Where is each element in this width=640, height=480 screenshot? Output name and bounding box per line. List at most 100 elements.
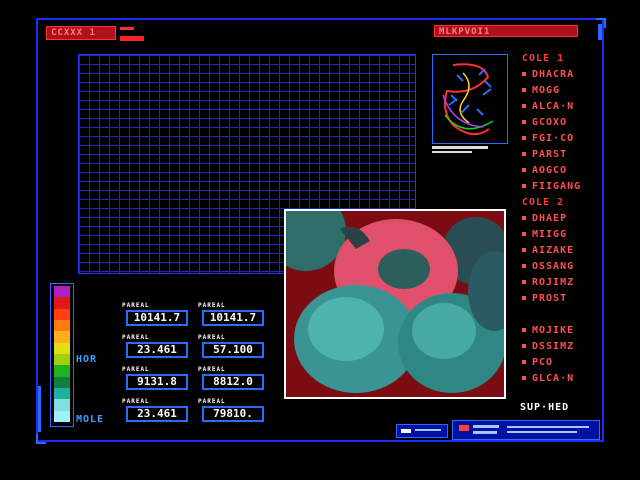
header-right-label: MLKPVOI1: [439, 27, 491, 37]
menu-item-label: FIIGANG: [532, 181, 582, 192]
bullet-icon: [522, 104, 526, 108]
menu-item[interactable]: MOGG: [522, 85, 560, 96]
menu-item-label: PCO: [532, 357, 554, 368]
bullet-icon: [522, 280, 526, 284]
bullet-icon: [522, 248, 526, 252]
menu-item[interactable]: DSSIMZ: [522, 341, 574, 352]
menu-item[interactable]: DHAEP: [522, 213, 567, 224]
menu-item-label: MOGG: [532, 85, 561, 96]
header-indicator: [120, 27, 134, 30]
thumbnail-caption: [432, 146, 488, 149]
colorbar-swatch: [54, 365, 70, 377]
value-field[interactable]: 10141.7: [126, 310, 188, 326]
colorbar: [54, 286, 70, 422]
menu-section-title: COLE 2: [522, 197, 565, 208]
menu-item-label: DHAEP: [532, 213, 568, 224]
menu-item[interactable]: MIIGG: [522, 229, 567, 240]
bullet-icon: [522, 72, 526, 76]
menu-item[interactable]: MOJIKE: [522, 325, 574, 336]
thumbnail-drawing: [442, 63, 494, 136]
menu-item[interactable]: PCO: [522, 357, 553, 368]
menu-item-label: MOJIKE: [532, 325, 575, 336]
menu-item-label: FGI·CO: [532, 133, 575, 144]
menu-item[interactable]: AOGCO: [522, 165, 567, 176]
bullet-icon: [522, 344, 526, 348]
bottom-panel-right[interactable]: [452, 420, 600, 440]
colorbar-swatch: [54, 353, 70, 366]
value-field[interactable]: 23.461: [126, 406, 188, 422]
menu-section-title: COLE 1: [522, 53, 565, 64]
menu-item-label: ROJIMZ: [532, 277, 575, 288]
bullet-icon: [522, 88, 526, 92]
value-label: PAREAL: [198, 398, 226, 405]
bullet-icon: [522, 152, 526, 156]
thumbnail-preview[interactable]: [432, 54, 508, 144]
bullet-icon: [522, 168, 526, 172]
bullet-icon: [522, 136, 526, 140]
frame-accent: [598, 24, 602, 40]
menu-item-label: OSSANG: [532, 261, 575, 272]
colorbar-swatch: [54, 286, 70, 298]
value-field[interactable]: 79810.: [202, 406, 264, 422]
bullet-icon: [522, 376, 526, 380]
thumbnail-caption: [432, 151, 472, 153]
bullet-icon: [522, 216, 526, 220]
colorbar-swatch: [54, 308, 70, 320]
value-label: PAREAL: [198, 366, 226, 373]
colorbar-swatch: [54, 410, 70, 422]
bullet-icon: [522, 360, 526, 364]
menu-item[interactable]: AIZAKE: [522, 245, 574, 256]
colorbar-swatch: [54, 387, 70, 400]
colorbar-swatch: [54, 399, 70, 411]
value-label: PAREAL: [122, 334, 150, 341]
menu-item[interactable]: PARST: [522, 149, 567, 160]
menu-item-label: GLCA·N: [532, 373, 575, 384]
menu-item-label: AOGCO: [532, 165, 568, 176]
value-label: PAREAL: [198, 334, 226, 341]
value-label: PAREAL: [122, 398, 150, 405]
value-field[interactable]: 10141.7: [202, 310, 264, 326]
axis-lower-label: MOLE: [76, 414, 105, 425]
header-indicator: [120, 36, 144, 41]
header-right-badge: MLKPVOI1: [434, 25, 578, 37]
menu-item[interactable]: GLCA·N: [522, 373, 574, 384]
bullet-icon: [522, 296, 526, 300]
menu-item[interactable]: ALCA·N: [522, 101, 574, 112]
menu-item[interactable]: PROST: [522, 293, 567, 304]
menu-item-label: AIZAKE: [532, 245, 575, 256]
menu-item-label: DHACRA: [532, 69, 575, 80]
menu-item[interactable]: OSSANG: [522, 261, 574, 272]
frame-corner: [36, 434, 46, 444]
value-field[interactable]: 9131.8: [126, 374, 188, 390]
menu-item-label: MIIGG: [532, 229, 568, 240]
bottom-panel-left[interactable]: [396, 424, 448, 438]
fruit-image: [286, 211, 504, 397]
menu-item[interactable]: DHACRA: [522, 69, 574, 80]
menu-item[interactable]: FIIGANG: [522, 181, 581, 192]
axis-upper-label: HOR: [76, 354, 98, 365]
menu-item-label: GCOXO: [532, 117, 568, 128]
frame-accent: [38, 386, 41, 432]
bullet-icon: [522, 328, 526, 332]
colorbar-swatch: [54, 297, 70, 309]
status-label: SUP·HED: [520, 402, 570, 413]
menu-item[interactable]: FGI·CO: [522, 133, 574, 144]
bullet-icon: [522, 232, 526, 236]
menu-item[interactable]: GCOXO: [522, 117, 567, 128]
colorbar-swatch: [54, 376, 70, 388]
colorbar-swatch: [54, 319, 70, 332]
value-label: PAREAL: [122, 302, 150, 309]
value-field[interactable]: 23.461: [126, 342, 188, 358]
menu-item-label: PROST: [532, 293, 568, 304]
menu-item[interactable]: ROJIMZ: [522, 277, 574, 288]
menu-item-label: DSSIMZ: [532, 341, 575, 352]
menu-item-label: ALCA·N: [532, 101, 575, 112]
value-field[interactable]: 57.100: [202, 342, 264, 358]
colorbar-swatch: [54, 342, 70, 354]
value-label: PAREAL: [122, 366, 150, 373]
image-view[interactable]: [284, 209, 506, 399]
header-left-badge: CCXXX 1: [46, 26, 116, 40]
bullet-icon: [522, 120, 526, 124]
menu-item-label: PARST: [532, 149, 568, 160]
value-field[interactable]: 8812.0: [202, 374, 264, 390]
